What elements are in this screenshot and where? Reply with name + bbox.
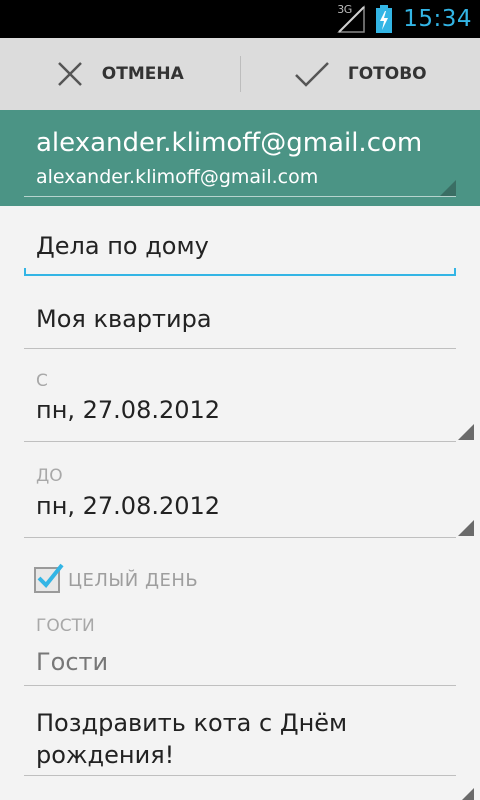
cancel-button[interactable]: ОТМЕНА <box>0 38 240 110</box>
to-date-underline <box>24 537 456 538</box>
all-day-row[interactable]: ЦЕЛЫЙ ДЕНЬ <box>34 563 199 596</box>
status-time: 15:34 <box>403 6 472 32</box>
action-bar: ОТМЕНА ГОТОВО <box>0 38 480 111</box>
spinner-arrow-icon <box>440 180 456 196</box>
repeat-spinner-arrow-icon <box>462 788 474 800</box>
account-name: alexander.klimoff@gmail.com <box>36 128 423 158</box>
title-underline <box>24 274 456 276</box>
from-date-spinner[interactable]: пн, 27.08.2012 <box>36 396 220 424</box>
from-label: С <box>36 371 48 391</box>
from-date-underline <box>24 441 456 442</box>
done-label: ГОТОВО <box>347 64 427 84</box>
guests-input[interactable]: Гости <box>36 648 108 676</box>
guests-underline <box>24 685 456 686</box>
to-date-spinner[interactable]: пн, 27.08.2012 <box>36 492 220 520</box>
close-icon <box>56 60 84 88</box>
description-underline <box>24 775 456 776</box>
done-button[interactable]: ГОТОВО <box>241 38 480 110</box>
battery-charging-icon <box>375 5 393 33</box>
cancel-label: ОТМЕНА <box>101 64 184 84</box>
title-input[interactable]: Дела по дому <box>36 232 209 260</box>
account-underline <box>24 196 456 197</box>
all-day-checkbox[interactable] <box>34 563 64 593</box>
status-icons: 3G 15:34 <box>337 0 472 38</box>
location-input[interactable]: Моя квартира <box>36 305 212 333</box>
to-date-spinner-arrow-icon <box>458 520 474 536</box>
to-label: ДО <box>36 466 63 486</box>
guests-label: ГОСТИ <box>36 616 95 636</box>
signal-icon: 3G <box>337 3 365 33</box>
all-day-label: ЦЕЛЫЙ ДЕНЬ <box>68 569 199 591</box>
title-underline-left-tick <box>24 268 26 276</box>
checkmark-icon <box>37 563 64 588</box>
network-type-label: 3G <box>337 3 352 16</box>
description-input[interactable]: Поздравить кота с Днём рождения! <box>36 707 446 771</box>
check-icon <box>294 60 330 88</box>
title-underline-right-tick <box>454 268 456 276</box>
account-email: alexander.klimoff@gmail.com <box>36 166 319 188</box>
location-underline <box>24 348 456 349</box>
account-spinner[interactable]: alexander.klimoff@gmail.com alexander.kl… <box>0 110 480 206</box>
from-date-spinner-arrow-icon <box>458 424 474 440</box>
status-bar: 3G 15:34 <box>0 0 480 38</box>
